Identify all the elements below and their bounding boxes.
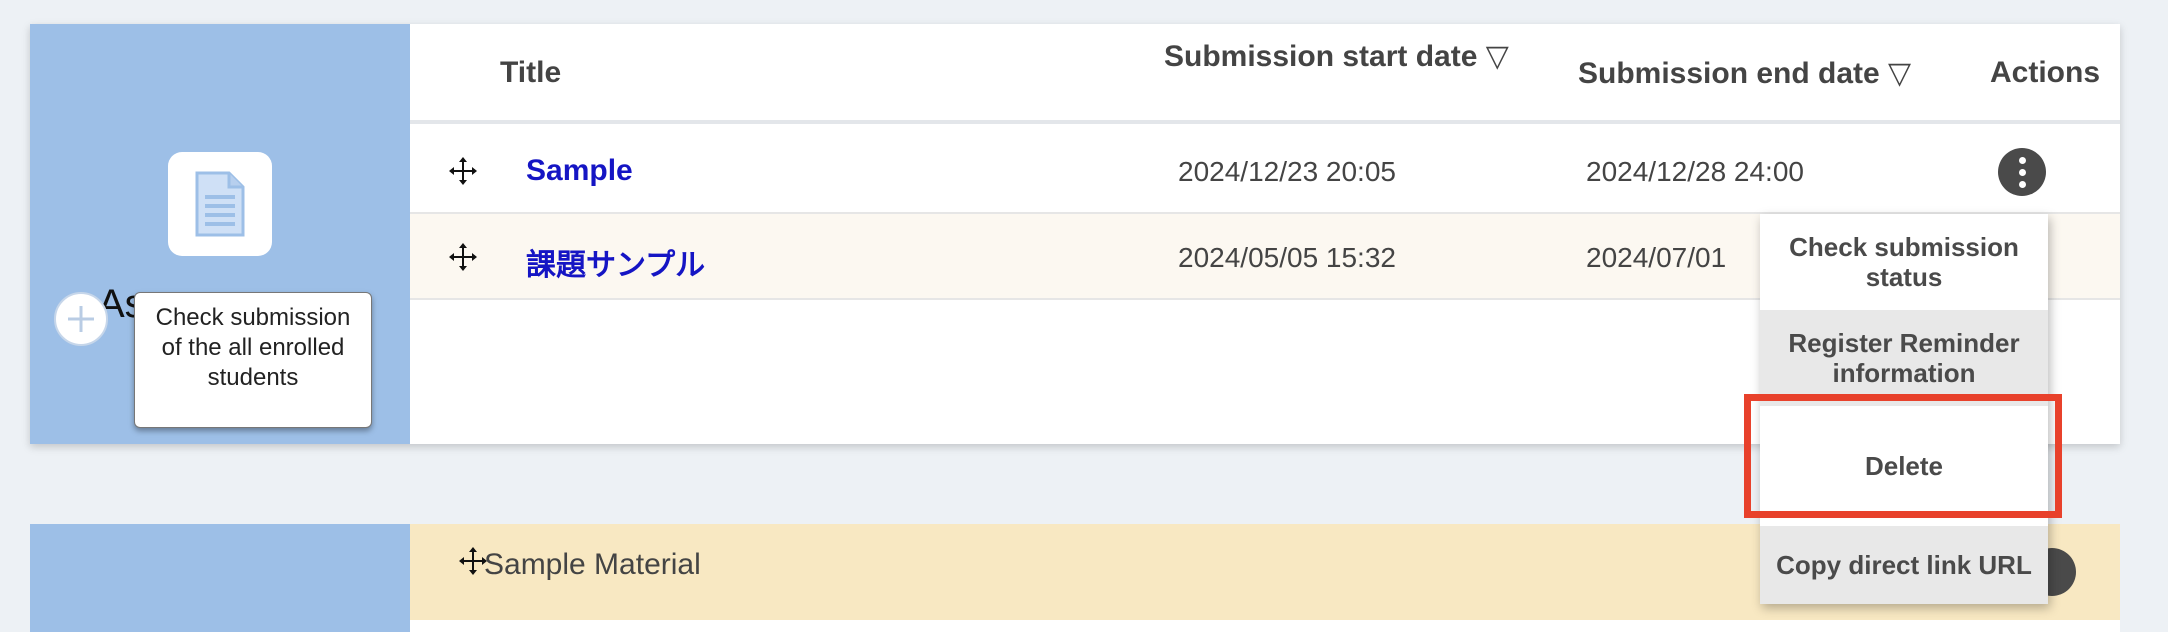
menu-item-register-reminder[interactable]: Register Reminder information bbox=[1760, 310, 2048, 406]
drag-handle-icon[interactable] bbox=[448, 242, 478, 272]
start-date: 2024/12/23 20:05 bbox=[1178, 156, 1396, 187]
tooltip: Check submission of the all enrolled stu… bbox=[134, 292, 372, 428]
assignment-title-link[interactable]: 課題サンプル bbox=[526, 240, 705, 284]
plus-icon bbox=[68, 306, 94, 332]
table-row: Sample 2024/12/23 20:05 2024/12/28 24:00 bbox=[410, 128, 2120, 214]
add-assignment-button[interactable] bbox=[54, 292, 108, 346]
column-header-end-date[interactable]: Submission end date ▽ bbox=[1578, 56, 1911, 91]
table-header: Title Submission start date ▽ Submission… bbox=[410, 24, 2120, 124]
assignment-title-link[interactable]: Sample bbox=[526, 154, 633, 188]
start-date: 2024/05/05 15:32 bbox=[1178, 242, 1396, 273]
delete-highlight-box bbox=[1744, 394, 2062, 518]
more-actions-button[interactable] bbox=[1998, 148, 2046, 196]
column-header-start-date[interactable]: Submission start date ▽ bbox=[1164, 40, 1524, 74]
materials-sidebar bbox=[30, 524, 410, 632]
material-title[interactable]: Sample Material bbox=[484, 548, 701, 582]
menu-item-check-submission-status[interactable]: Check submission status bbox=[1760, 214, 2048, 310]
assignments-table: Title Submission start date ▽ Submission… bbox=[410, 24, 2120, 300]
assignments-sidebar: As Check submission of the all enrolled … bbox=[30, 24, 410, 444]
column-header-actions: Actions bbox=[1990, 56, 2101, 89]
column-header-title[interactable]: Title bbox=[500, 56, 561, 90]
drag-handle-icon[interactable] bbox=[448, 156, 478, 186]
menu-item-copy-link[interactable]: Copy direct link URL bbox=[1760, 526, 2048, 604]
assignment-doc-icon bbox=[168, 152, 272, 256]
end-date: 2024/12/28 24:00 bbox=[1586, 156, 1804, 187]
end-date: 2024/07/01 bbox=[1586, 242, 1727, 273]
